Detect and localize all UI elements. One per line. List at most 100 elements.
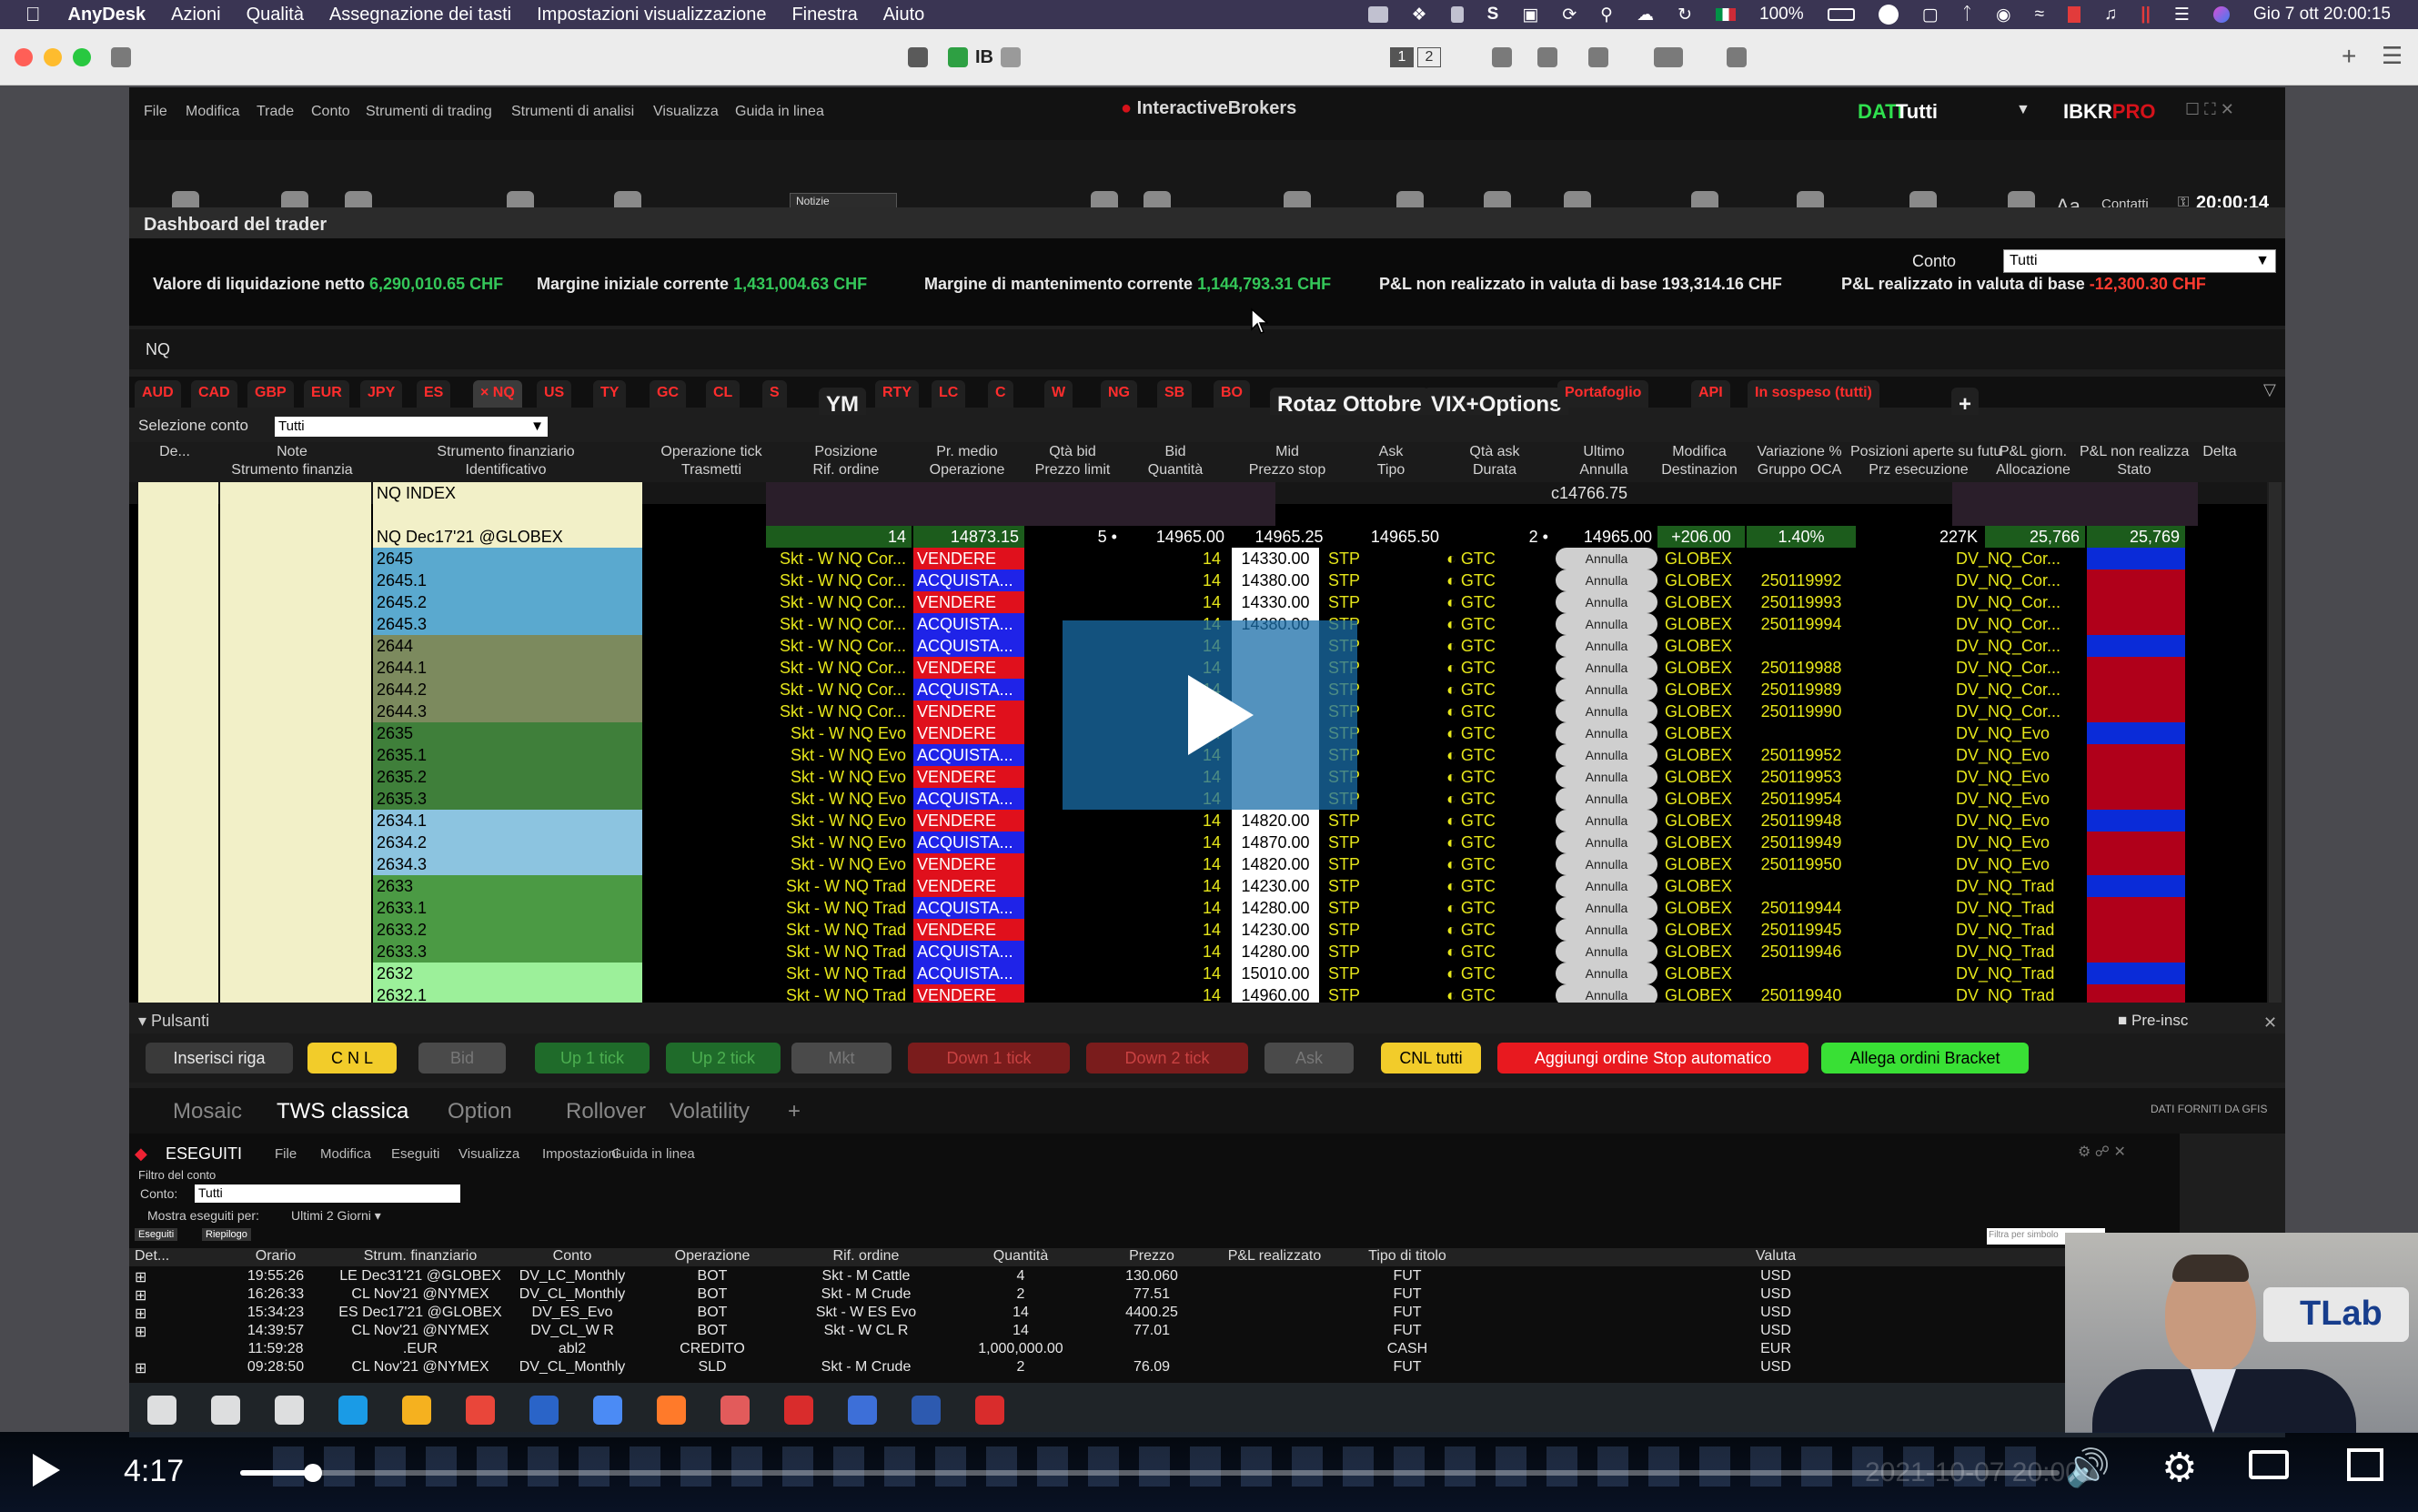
grid-order-cancel-button[interactable]: Annulla xyxy=(1556,744,1657,766)
search-icon[interactable]: ⚲ xyxy=(1600,5,1613,25)
filter-icon[interactable]: ▽ xyxy=(2263,380,2276,399)
grid-order-ref[interactable]: Skt - W NQ Evo xyxy=(766,766,912,788)
grid-order-dest[interactable]: GLOBEX xyxy=(1661,766,1745,788)
grid-order-qty[interactable]: 14 xyxy=(1124,570,1224,591)
dashboard-conto-select[interactable]: Tutti ▼ xyxy=(2003,249,2276,273)
grid-order-ref[interactable]: Skt - W NQ Trad xyxy=(766,963,912,984)
grid-order-tif[interactable]: ◐ GTC xyxy=(1439,635,1548,657)
grid-row-order[interactable]: 2645 Skt - W NQ Cor... VENDERE 14 14330.00 ST… xyxy=(129,548,2267,570)
grid-order-side[interactable]: ACQUISTA... xyxy=(913,613,1024,635)
col-header-14[interactable]: Posizioni aperte su futu xyxy=(1850,444,2001,460)
grid-order-stop[interactable]: 14820.00 xyxy=(1232,810,1319,832)
grid-order-side[interactable]: VENDERE xyxy=(913,657,1024,679)
grid-order-dest[interactable]: GLOBEX xyxy=(1661,570,1745,591)
grid-note[interactable] xyxy=(220,526,371,548)
grid-order-id[interactable]: 2633.3 xyxy=(373,941,642,963)
grid-order-cancel-button[interactable]: Annulla xyxy=(1556,679,1657,701)
grid-note[interactable] xyxy=(220,788,371,810)
grid-order-stop[interactable]: 14230.00 xyxy=(1232,919,1319,941)
col-header-9[interactable]: Ask xyxy=(1341,444,1441,460)
col-subheader-7[interactable]: Prezzo stop xyxy=(1224,462,1350,479)
grid-order-type[interactable]: STP xyxy=(1325,832,1397,853)
grid-order-tif[interactable]: ◐ GTC xyxy=(1439,919,1548,941)
tab-eur[interactable]: EUR xyxy=(304,380,349,408)
eseguiti-col-header[interactable]: Strum. finanziario xyxy=(337,1248,504,1265)
col-subheader-14[interactable]: Allocazione xyxy=(1978,462,2089,479)
col-header-6[interactable]: Qtà bid xyxy=(1019,444,1126,460)
grid-order-cancel-button[interactable]: Annulla xyxy=(1556,548,1657,570)
grid-order-side[interactable]: VENDERE xyxy=(913,853,1024,875)
col-header-1[interactable]: Note xyxy=(209,444,375,460)
eseguiti-row[interactable]: 11:59:28 .EUR abl2 CREDITO 1,000,000.00 CASH E… xyxy=(129,1341,2076,1359)
tws-menu-file[interactable]: File xyxy=(144,104,167,120)
tab-cl[interactable]: CL xyxy=(706,380,741,408)
cloud-icon[interactable]: ☁ xyxy=(1637,5,1654,25)
grid-order-stop[interactable]: 14960.00 xyxy=(1232,984,1319,1003)
pulsanti-title[interactable]: ▾ Pulsanti xyxy=(138,1012,209,1031)
grid-row-future[interactable]: NQ Dec17'21 @GLOBEX 14 14873.15 5 • 14965.00… xyxy=(129,526,2267,548)
tab-gc[interactable]: GC xyxy=(650,380,686,408)
grid-order-id[interactable]: 2644.1 xyxy=(373,657,642,679)
grid-order-side[interactable]: ACQUISTA... xyxy=(913,679,1024,701)
acrobat-icon[interactable] xyxy=(784,1396,813,1425)
grid-order-type[interactable]: STP xyxy=(1325,984,1397,1003)
grid-order-side[interactable]: ACQUISTA... xyxy=(913,941,1024,963)
pulsante-3[interactable]: Up 1 tick xyxy=(535,1043,650,1074)
tab-gbp[interactable]: GBP xyxy=(247,380,294,408)
grid-order-cancel-button[interactable]: Annulla xyxy=(1556,897,1657,919)
grid-order-cancel-button[interactable]: Annulla xyxy=(1556,853,1657,875)
grid-order-ref[interactable]: Skt - W NQ Evo xyxy=(766,853,912,875)
file-icon[interactable] xyxy=(1001,47,1021,67)
grid-order-side[interactable]: VENDERE xyxy=(913,875,1024,897)
eseguiti-subtab-1[interactable]: Riepilogo xyxy=(202,1228,251,1241)
col-header-13[interactable]: Variazione % xyxy=(1739,444,1859,460)
grid-order-stop[interactable]: 14280.00 xyxy=(1232,897,1319,919)
tab-rty[interactable]: RTY xyxy=(875,380,919,408)
grid-order-dest[interactable]: GLOBEX xyxy=(1661,832,1745,853)
col-subheader-8[interactable]: Tipo xyxy=(1341,462,1441,479)
grid-order-stop[interactable]: 14820.00 xyxy=(1232,853,1319,875)
grid-order-ref[interactable]: Skt - W NQ Cor... xyxy=(766,701,912,722)
grid-order-tif[interactable]: ◐ GTC xyxy=(1439,897,1548,919)
col-subheader-9[interactable]: Durata xyxy=(1432,462,1557,479)
pulsante-0[interactable]: Inserisci riga xyxy=(146,1043,293,1074)
grid-order-id[interactable]: 2645.2 xyxy=(373,591,642,613)
grid-order-qty[interactable]: 14 xyxy=(1124,919,1224,941)
app-icon[interactable] xyxy=(975,1396,1004,1425)
grid-order-dest[interactable]: GLOBEX xyxy=(1661,722,1745,744)
grid-order-id[interactable]: 2635.2 xyxy=(373,766,642,788)
grid-order-dest[interactable]: GLOBEX xyxy=(1661,919,1745,941)
grid-order-type[interactable]: STP xyxy=(1325,810,1397,832)
grid-order-ref[interactable]: Skt - W NQ Trad xyxy=(766,875,912,897)
grid-order-qty[interactable]: 14 xyxy=(1124,591,1224,613)
page-2-button[interactable]: 2 xyxy=(1417,47,1441,67)
col-header-10[interactable]: Qtà ask xyxy=(1432,444,1557,460)
siri-icon[interactable] xyxy=(2212,6,2230,23)
grid-order-id[interactable]: 2635.3 xyxy=(373,788,642,810)
tab-c[interactable]: C xyxy=(988,380,1013,408)
grid-order-id[interactable]: 2645 xyxy=(373,548,642,570)
grid-bid[interactable]: 14965.00 xyxy=(1124,526,1224,548)
search-icon[interactable] xyxy=(211,1396,240,1425)
grid-order-id[interactable]: 2634.1 xyxy=(373,810,642,832)
eseguiti-row[interactable]: ⊞ 15:34:23 ES Dec17'21 @GLOBEX DV_ES_Evo BOT… xyxy=(129,1305,2076,1323)
mac-menu-aiuto[interactable]: Aiuto xyxy=(883,5,925,25)
grid-order-ref[interactable]: Skt - W NQ Evo xyxy=(766,744,912,766)
grid-order-type[interactable]: STP xyxy=(1325,963,1397,984)
col-subheader-6[interactable]: Quantità xyxy=(1117,462,1234,479)
grid-note[interactable] xyxy=(220,897,371,919)
tab--nq[interactable]: × NQ xyxy=(473,380,522,408)
workspace-tab-rollover[interactable]: Rollover xyxy=(566,1099,646,1124)
grid-order-tif[interactable]: ◐ GTC xyxy=(1439,853,1548,875)
tws-menu-modifica[interactable]: Modifica xyxy=(186,104,240,120)
tab-jpy[interactable]: JPY xyxy=(360,380,403,408)
lock-icon[interactable] xyxy=(908,47,928,67)
grid-order-side[interactable]: ACQUISTA... xyxy=(913,570,1024,591)
task-view-icon[interactable] xyxy=(275,1396,304,1425)
mail-icon[interactable] xyxy=(593,1396,622,1425)
grid-order-dest[interactable]: GLOBEX xyxy=(1661,591,1745,613)
pulsante-7[interactable]: Down 2 tick xyxy=(1086,1043,1248,1074)
grid-row-order[interactable]: 2633 Skt - W NQ Trad VENDERE 14 14230.00 STP ◐… xyxy=(129,875,2267,897)
eseguiti-row[interactable]: ⊞ 14:39:57 CL Nov'21 @NYMEX DV_CL_W R BOT Skt… xyxy=(129,1323,2076,1341)
grid-order-qty[interactable]: 14 xyxy=(1124,548,1224,570)
